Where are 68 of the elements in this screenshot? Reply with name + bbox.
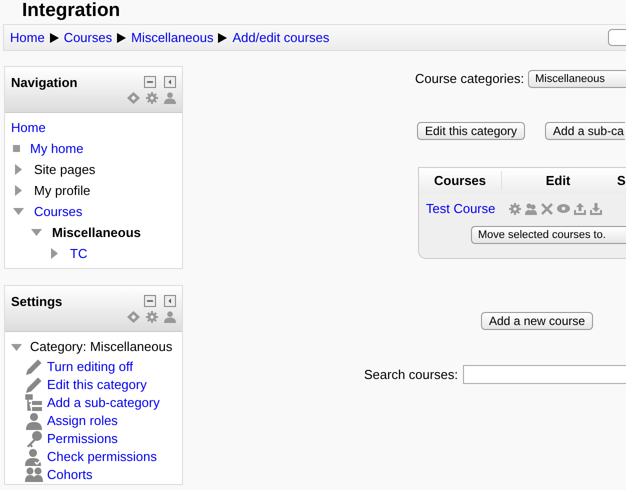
dock-icon[interactable] — [164, 295, 176, 307]
caret-icon[interactable] — [13, 208, 24, 215]
search-field[interactable] — [462, 364, 626, 384]
separator-icon — [50, 32, 59, 42]
breadcrumb-link[interactable]: Miscellaneous — [131, 28, 214, 48]
key-icon — [25, 430, 43, 448]
block-title: Settings — [11, 293, 62, 311]
bullet-icon — [13, 145, 20, 152]
column-header: Edit — [501, 170, 614, 190]
delete-icon[interactable] — [541, 202, 554, 214]
column-header: Courses — [432, 172, 488, 190]
person-icon[interactable] — [164, 311, 176, 323]
settings-link[interactable]: Turn editing off — [47, 357, 133, 377]
add-course-button[interactable]: Add a new course — [481, 312, 594, 330]
breadcrumb-link[interactable]: Add/edit courses — [232, 28, 330, 48]
gear-icon[interactable] — [146, 92, 158, 104]
hierarchy-icon — [25, 394, 43, 412]
category-select[interactable]: Miscellaneous — [528, 70, 626, 88]
minimize-icon[interactable] — [144, 76, 156, 88]
people-icon — [25, 466, 43, 484]
pencil-icon — [25, 376, 43, 394]
person-check-icon — [25, 448, 43, 466]
settings-link[interactable]: Assign roles — [47, 411, 118, 431]
nav-link[interactable]: Courses — [34, 202, 82, 222]
pencil-icon — [25, 358, 43, 376]
move-up-icon[interactable] — [574, 202, 586, 214]
caret-icon[interactable] — [11, 344, 22, 350]
eye-icon[interactable] — [557, 204, 570, 213]
people-icon[interactable] — [525, 202, 538, 214]
nav-link[interactable]: My profile — [34, 180, 90, 200]
nav-link[interactable]: Miscellaneous — [52, 222, 141, 242]
caret-icon[interactable] — [31, 229, 42, 236]
nav-link[interactable]: My home — [30, 138, 84, 158]
search-label: Search courses: — [364, 366, 458, 384]
person-icon — [25, 412, 43, 430]
nav-link[interactable]: Home — [11, 118, 46, 138]
person-icon[interactable] — [164, 92, 176, 104]
breadcrumb-link[interactable]: Courses — [64, 28, 112, 48]
move-icon[interactable] — [127, 92, 140, 104]
settings-link[interactable]: Permissions — [47, 429, 118, 449]
settings-link[interactable]: Cohorts — [47, 465, 93, 485]
separator-icon — [117, 32, 126, 42]
move-down-icon[interactable] — [590, 202, 602, 214]
breadcrumb-link[interactable]: Home — [10, 28, 45, 48]
settings-link[interactable]: Edit this category — [47, 375, 147, 395]
caret-icon[interactable] — [51, 248, 58, 259]
minimize-icon[interactable] — [144, 295, 156, 307]
add-subcategory-button[interactable]: Add a sub-ca — [545, 122, 626, 140]
settings-link[interactable]: Check permissions — [47, 447, 157, 467]
gear-icon[interactable] — [509, 202, 522, 214]
dock-icon[interactable] — [164, 76, 176, 88]
caret-icon[interactable] — [15, 185, 22, 196]
block-title: Navigation — [11, 74, 78, 92]
category-label: Course categories: — [415, 70, 524, 88]
nav-link[interactable]: TC — [70, 244, 88, 264]
settings-link[interactable]: Add a sub-category — [47, 393, 160, 413]
gear-icon[interactable] — [146, 311, 158, 323]
edit-button[interactable] — [608, 29, 626, 46]
category-heading[interactable]: Category: Miscellaneous — [30, 337, 172, 357]
page-title: Integration — [22, 1, 122, 20]
move-courses-button[interactable]: Move selected courses to. — [471, 226, 626, 244]
course-link[interactable]: Test Course — [426, 198, 496, 218]
caret-icon[interactable] — [15, 164, 22, 175]
nav-link[interactable]: Site pages — [34, 160, 96, 180]
edit-category-button[interactable]: Edit this category — [417, 122, 526, 140]
separator-icon — [218, 32, 228, 42]
move-icon[interactable] — [127, 311, 140, 323]
column-header: S — [617, 172, 626, 190]
